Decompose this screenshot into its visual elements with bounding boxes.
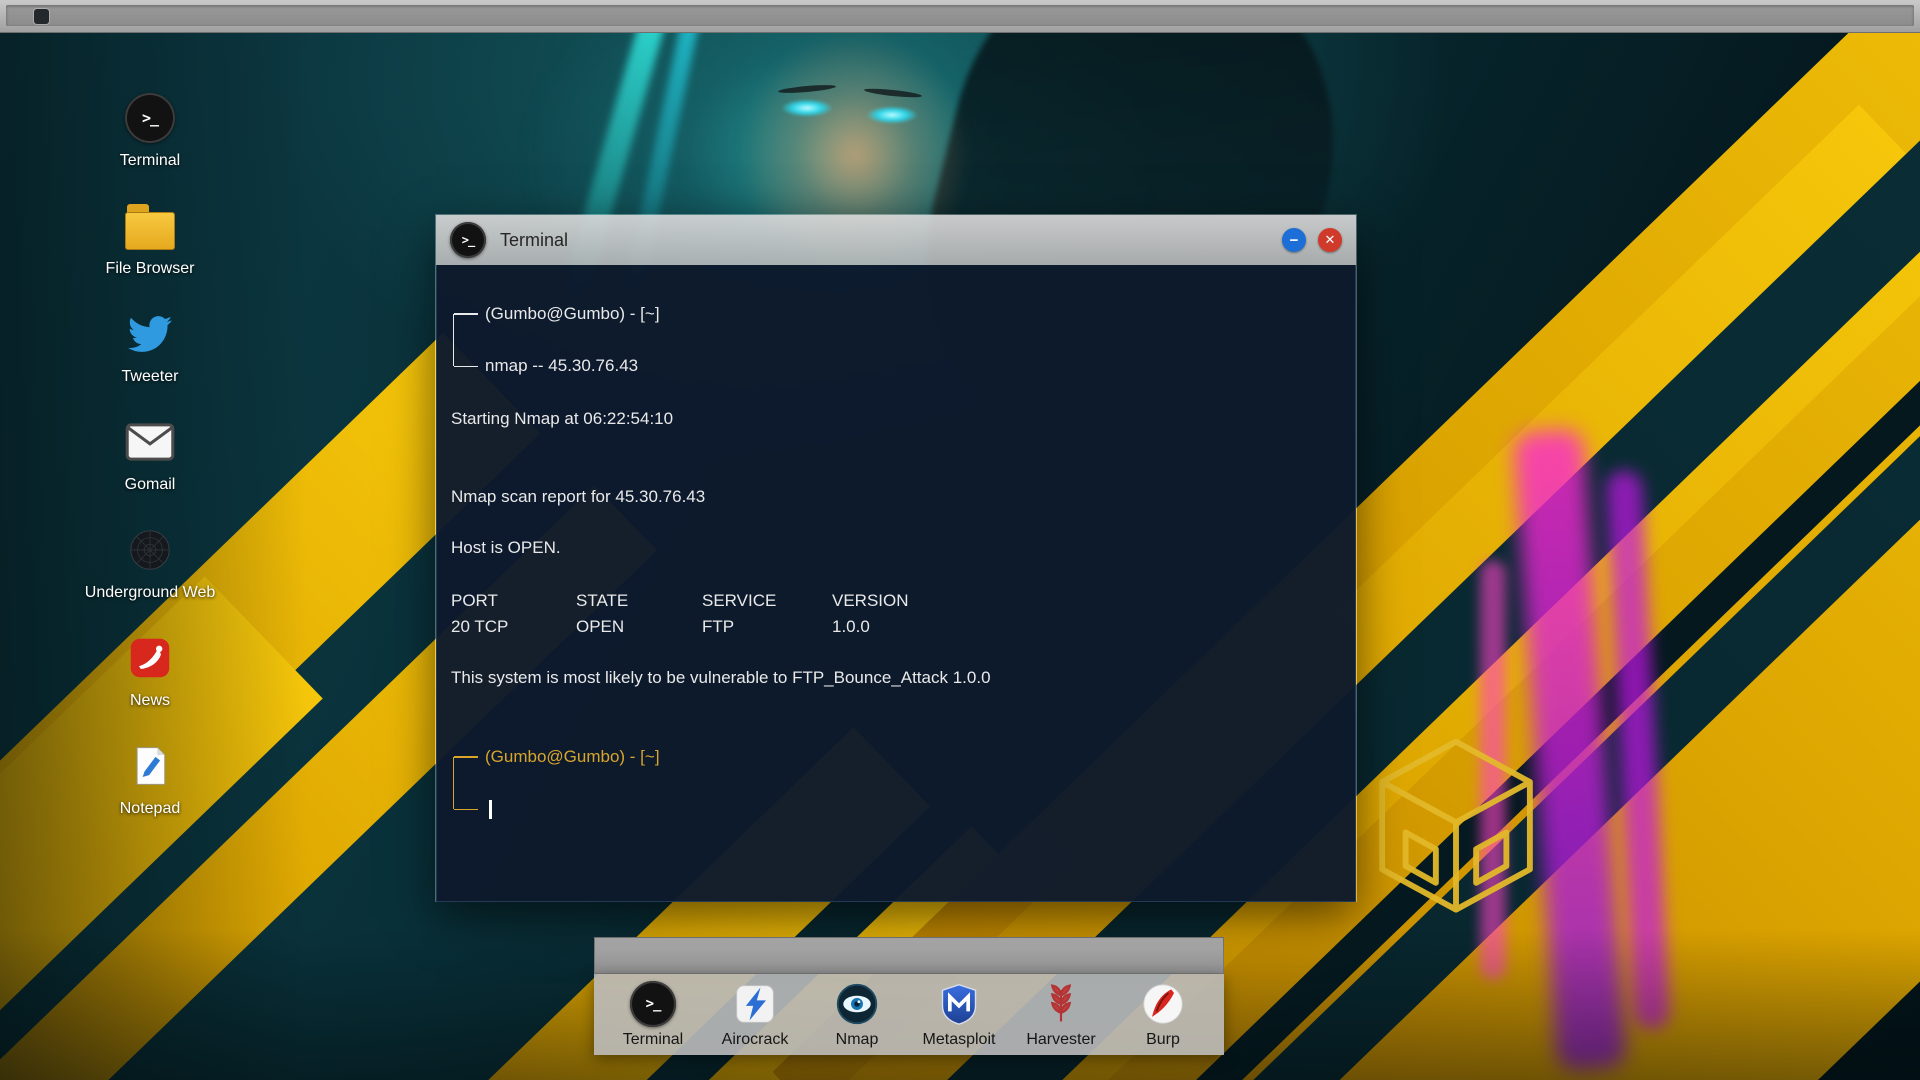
burp-flame-icon: [1139, 980, 1187, 1028]
window-title: Terminal: [500, 229, 569, 250]
notepad-icon: [124, 740, 176, 792]
desktop-icon-tweeter[interactable]: Tweeter: [86, 308, 214, 386]
bird-icon: [124, 308, 176, 360]
table-header-row: PORT STATE SERVICE VERSION: [451, 588, 1339, 614]
dock-item-label: Terminal: [622, 1031, 684, 1048]
dock-item-label: Harvester: [1026, 1031, 1096, 1048]
aircrack-bolt-icon: [731, 980, 779, 1028]
desktop-icon-label: File Browser: [105, 260, 195, 277]
cell-service: FTP: [702, 617, 735, 636]
prompt-spacer: [485, 327, 660, 353]
top-panel: [0, 0, 1920, 33]
desktop-icon-notepad[interactable]: Notepad: [86, 740, 214, 818]
prompt-input-line[interactable]: [485, 796, 660, 822]
nmap-start-line: Starting Nmap at 06:22:54:10: [451, 409, 674, 428]
desktop-icon-list: >_ Terminal File Browser Tweeter Gomail: [84, 92, 216, 818]
prompt-spacer: [485, 770, 660, 796]
terminal-icon: >_: [450, 222, 486, 258]
prompt-command: nmap -- 45.30.76.43: [485, 356, 639, 375]
desktop-icon-terminal[interactable]: >_ Terminal: [86, 92, 214, 170]
desktop-icon-file-browser[interactable]: File Browser: [86, 200, 214, 278]
dock-item-label: Airocrack: [721, 1031, 789, 1048]
desktop-icon-label: News: [129, 692, 170, 709]
terminal-icon: >_: [629, 980, 677, 1028]
dock-item-label: Burp: [1146, 1031, 1180, 1048]
top-panel-inset: [6, 5, 1914, 26]
dock-item-label: Metasploit: [922, 1031, 996, 1048]
cell-state: OPEN: [576, 617, 625, 636]
dock: >_ Terminal Airocrack Nmap Metasploit Ha…: [594, 974, 1224, 1055]
prompt-block-active: (Gumbo@Gumbo) - [~]: [451, 744, 660, 822]
terminal-cursor: [489, 800, 492, 820]
vulnerability-line: This system is most likely to be vulnera…: [451, 668, 991, 687]
dock-item-nmap[interactable]: Nmap: [806, 980, 908, 1049]
news-icon: [124, 632, 176, 684]
col-state: STATE: [576, 591, 629, 610]
dock-item-harvester[interactable]: Harvester: [1010, 980, 1112, 1049]
terminal-output-area[interactable]: (Gumbo@Gumbo) - [~] nmap -- 45.30.76.43 …: [436, 265, 1356, 902]
dock-item-metasploit[interactable]: Metasploit: [908, 980, 1010, 1049]
harvester-wheat-icon: [1037, 980, 1085, 1028]
window-controls: − ✕: [1282, 228, 1342, 252]
cell-version: 1.0.0: [832, 617, 870, 636]
minimize-icon: −: [1289, 231, 1299, 249]
host-state-line: Host is OPEN.: [451, 538, 561, 557]
close-button[interactable]: ✕: [1318, 228, 1342, 252]
prompt-user: (Gumbo@Gumbo) - [~]: [485, 304, 660, 323]
terminal-window: >_ Terminal − ✕ (Gumbo@Gumbo) - [~] nmap…: [435, 214, 1357, 902]
scan-results-table: PORT STATE SERVICE VERSION 20 TCP OPEN F…: [451, 588, 1339, 640]
envelope-icon: [124, 416, 176, 468]
desktop-icon-label: Underground Web: [84, 584, 216, 601]
minimize-button[interactable]: −: [1282, 228, 1306, 252]
dock-item-label: Nmap: [835, 1031, 879, 1048]
nmap-report-line: Nmap scan report for 45.30.76.43: [451, 487, 706, 506]
dock-item-airocrack[interactable]: Airocrack: [704, 980, 806, 1049]
col-port: PORT: [451, 591, 498, 610]
dark-web-icon: [124, 524, 176, 576]
desktop-icon-underground-web[interactable]: Underground Web: [84, 524, 216, 602]
prompt-bracket: [453, 756, 479, 810]
terminal-titlebar[interactable]: >_ Terminal − ✕: [436, 215, 1356, 265]
prompt-block: (Gumbo@Gumbo) - [~] nmap -- 45.30.76.43: [451, 301, 660, 379]
panel-glyph-icon: [34, 9, 49, 24]
table-row: 20 TCP OPEN FTP 1.0.0: [451, 614, 1339, 640]
metasploit-shield-icon: [935, 980, 983, 1028]
terminal-icon: >_: [124, 92, 176, 144]
desktop-icon-label: Gomail: [124, 476, 176, 493]
col-service: SERVICE: [702, 591, 777, 610]
prompt-user: (Gumbo@Gumbo) - [~]: [485, 747, 660, 766]
desktop-icon-gomail[interactable]: Gomail: [86, 416, 214, 494]
cell-port: 20 TCP: [451, 617, 509, 636]
prompt-bracket: [453, 313, 479, 367]
nmap-eye-icon: [833, 980, 881, 1028]
close-icon: ✕: [1324, 232, 1336, 247]
dock-shelf: [594, 937, 1224, 974]
folder-icon: [124, 200, 176, 252]
dock-item-burp[interactable]: Burp: [1112, 980, 1214, 1049]
desktop-icon-label: Tweeter: [121, 368, 179, 385]
col-version: VERSION: [832, 591, 909, 610]
desktop-icon-news[interactable]: News: [86, 632, 214, 710]
desktop-icon-label: Notepad: [119, 800, 181, 817]
desktop-icon-label: Terminal: [119, 152, 181, 169]
dock-item-terminal[interactable]: >_ Terminal: [602, 980, 704, 1049]
